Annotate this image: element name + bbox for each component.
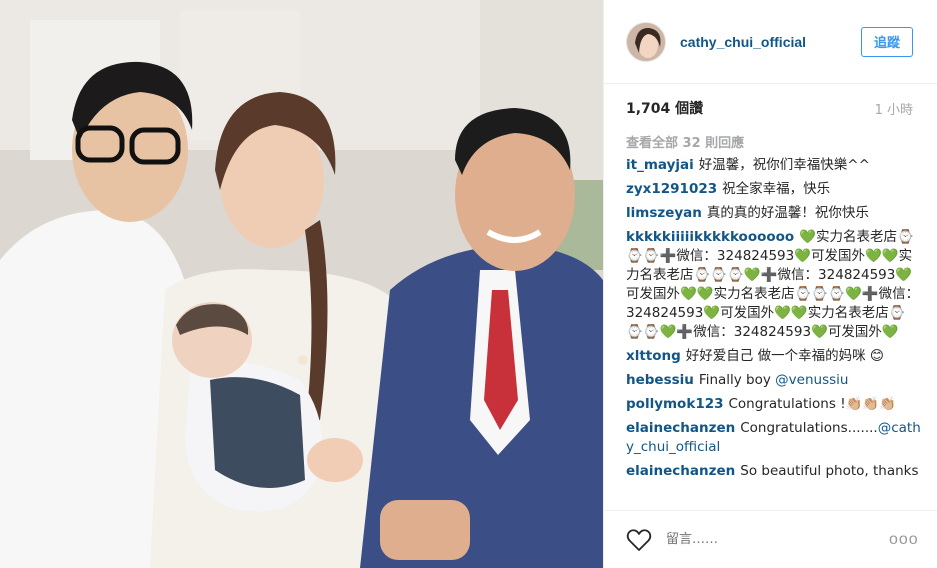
comment-mention-link[interactable]: @venussiu <box>775 372 848 388</box>
heart-icon[interactable] <box>626 528 652 552</box>
comment-username[interactable]: hebessiu <box>626 372 694 388</box>
comment-username[interactable]: limszeyan <box>626 205 702 221</box>
comment-text: Congratulations....... <box>740 420 878 436</box>
comment-item: kkkkkiiiiikkkkkoooooo 💚实力名表老店⌚⌚⌚➕微信：32482… <box>626 228 921 342</box>
comment-username[interactable]: kkkkkiiiiikkkkkoooooo <box>626 229 794 245</box>
post-sidebar: cathy_chui_official 追蹤 1,704 個讚 1 小時 查看全… <box>603 0 937 568</box>
comment-item: zyx1291023 祝全家幸福，快乐 <box>626 180 921 199</box>
comment-text: 真的真的好温馨！祝你快乐 <box>706 205 869 221</box>
comment-item: limszeyan 真的真的好温馨！祝你快乐 <box>626 204 921 223</box>
comment-username[interactable]: elainechanzen <box>626 420 735 436</box>
post-username[interactable]: cathy_chui_official <box>680 34 861 50</box>
comment-username[interactable]: pollymok123 <box>626 396 724 412</box>
post-header: cathy_chui_official 追蹤 <box>604 0 937 84</box>
likes-count[interactable]: 1,704 個讚 <box>626 98 703 118</box>
comment-item: pollymok123 Congratulations !👏🏼👏🏼👏🏼 <box>626 395 921 414</box>
comment-username[interactable]: zyx1291023 <box>626 181 717 197</box>
profile-picture-icon <box>627 22 665 61</box>
comment-text: 祝全家幸福，快乐 <box>722 181 831 197</box>
avatar[interactable] <box>626 21 666 62</box>
more-options-icon[interactable]: ooo <box>889 531 918 549</box>
comment-text: 好温馨，祝你们幸福快樂^^ <box>698 157 870 173</box>
comment-text: So beautiful photo, thanks <box>740 463 919 479</box>
post-time[interactable]: 1 小時 <box>875 99 913 118</box>
comment-username[interactable]: elainechanzen <box>626 463 735 479</box>
comment-text: 💚实力名表老店⌚⌚⌚➕微信：324824593💚可发国外💚💚实力名表老店⌚⌚⌚💚… <box>626 229 920 340</box>
comments-list[interactable]: 查看全部 32 則回應 it_mayjai 好温馨，祝你们幸福快樂^^ zyx12… <box>626 134 921 496</box>
comment-item: xlttong 好好爱自己 做一个幸福的妈咪 😊 <box>626 347 921 366</box>
post-meta: 1,704 個讚 1 小時 <box>626 97 913 119</box>
comment-username[interactable]: xlttong <box>626 348 681 364</box>
follow-button[interactable]: 追蹤 <box>861 26 913 57</box>
family-photo-illustration <box>0 0 603 568</box>
comment-input[interactable] <box>666 527 889 552</box>
comment-item: hebessiu Finally boy @venussiu <box>626 371 921 390</box>
comment-username[interactable]: it_mayjai <box>626 157 694 173</box>
comment-item: elainechanzen So beautiful photo, thanks <box>626 462 921 481</box>
view-all-comments-link[interactable]: 查看全部 32 則回應 <box>626 134 921 153</box>
comment-text: Congratulations !👏🏼👏🏼👏🏼 <box>728 396 897 412</box>
comment-item: elainechanzen Congratulations.......@cath… <box>626 419 921 457</box>
post-actions-bar: ooo <box>604 510 937 568</box>
comment-item: it_mayjai 好温馨，祝你们幸福快樂^^ <box>626 156 921 175</box>
post-photo[interactable] <box>0 0 603 568</box>
comment-text: 好好爱自己 做一个幸福的妈咪 😊 <box>685 348 884 364</box>
comment-text: Finally boy <box>698 372 776 388</box>
